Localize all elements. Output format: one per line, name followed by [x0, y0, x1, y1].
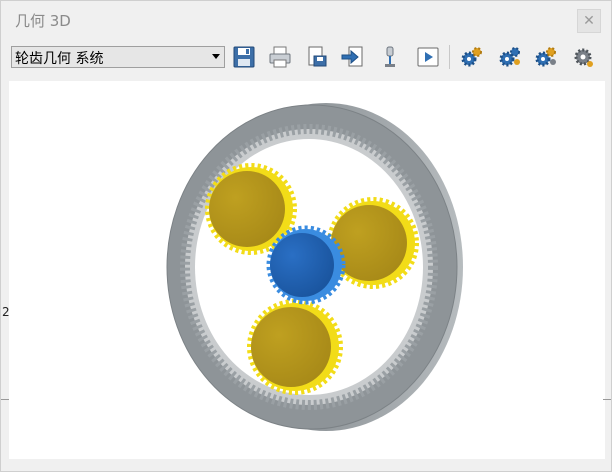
gear-view-2-button[interactable]	[497, 44, 523, 70]
window-title: 几何 3D	[15, 12, 71, 30]
gear-view-2-icon	[499, 47, 520, 67]
export-button[interactable]	[303, 44, 329, 70]
import-icon	[341, 46, 363, 67]
close-button[interactable]: ✕	[577, 9, 601, 33]
window: 几何 3D ✕ 轮齿几何 系统 2	[0, 0, 612, 472]
gear-view-4-icon	[574, 48, 593, 67]
export-icon	[308, 46, 327, 67]
save-button[interactable]	[231, 44, 257, 70]
close-icon: ✕	[583, 13, 595, 29]
view-select[interactable]: 轮齿几何 系统	[11, 46, 225, 68]
gear-view-3-icon	[535, 47, 556, 67]
planet-gear-top-left	[205, 163, 297, 255]
toolbar: 轮齿几何 系统	[1, 39, 611, 77]
save-icon	[233, 46, 255, 68]
divider	[1, 399, 9, 400]
gear-view-1-icon	[461, 47, 482, 67]
divider	[603, 399, 611, 400]
sun-gear	[266, 225, 346, 305]
planetary-gear-model	[166, 103, 463, 431]
import-button[interactable]	[339, 44, 365, 70]
play-button[interactable]	[415, 44, 441, 70]
side-label: 2	[2, 305, 10, 319]
print-icon	[269, 46, 291, 68]
toolbar-separator	[449, 45, 450, 69]
chevron-down-icon	[212, 54, 220, 59]
gear-view-4-button[interactable]	[571, 44, 597, 70]
probe-button[interactable]	[377, 44, 403, 70]
play-icon	[417, 47, 439, 67]
planet-gear-bottom	[247, 299, 343, 395]
probe-icon	[385, 46, 395, 67]
gear-view-1-button[interactable]	[459, 44, 485, 70]
3d-viewport[interactable]	[9, 81, 605, 459]
gear-view-3-button[interactable]	[533, 44, 559, 70]
title-bar: 几何 3D ✕	[1, 1, 611, 37]
print-button[interactable]	[267, 44, 293, 70]
view-select-value: 轮齿几何 系统	[15, 51, 104, 67]
